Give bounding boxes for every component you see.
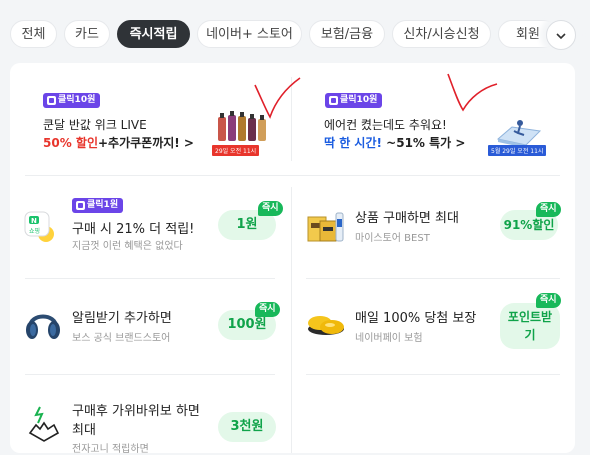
yellow-caps-image xyxy=(306,309,346,347)
offer-title: 구매 시 21% 더 적립! xyxy=(72,222,195,237)
point-receive-button[interactable]: 포인트받 기 xyxy=(500,303,560,349)
tab-naver-plus-store[interactable]: 네이버+ 스토어 xyxy=(197,20,302,48)
offer-subtitle: 전자고니 적립하면 xyxy=(72,444,149,455)
divider xyxy=(306,278,560,279)
offer-title-line2: 최대 xyxy=(72,423,96,438)
banner-subtitle-rest: ~51% 특가 > xyxy=(382,136,466,150)
coin-icon xyxy=(76,201,85,210)
category-tab-bar: 전체 카드 즉시적립 네이버+ 스토어 보험/금융 신차/시승신청 회원 xyxy=(0,0,590,64)
divider xyxy=(291,77,292,161)
tab-instant-reward[interactable]: 즉시적립 xyxy=(117,20,190,48)
reward-button[interactable]: 3천원 xyxy=(218,412,276,442)
svg-text:쇼핑: 쇼핑 xyxy=(29,227,40,235)
divider xyxy=(25,278,275,279)
click-reward-badge: 클릭10원 xyxy=(43,93,101,108)
benefit-panel: 클릭10원 쿤달 반값 위크 LIVE 50% 할인+추가쿠폰까지! > 29일… xyxy=(10,63,575,455)
more-tabs-button[interactable] xyxy=(546,20,576,50)
offer-title: 알림받기 추가하면 xyxy=(72,311,172,326)
instant-badge: 즉시 xyxy=(258,201,283,216)
naver-shopping-icon: N 쇼핑 xyxy=(23,210,57,248)
banner-discount: 50% 할인 xyxy=(43,136,98,150)
offer-title-line1: 구매후 가위바위보 하면 xyxy=(72,404,200,419)
click-reward-badge: 클릭10원 xyxy=(325,93,383,108)
instant-badge: 즉시 xyxy=(255,302,280,317)
banner-highlight: 딱 한 시간! xyxy=(324,136,382,150)
coin-icon xyxy=(47,96,56,105)
offer-title: 상품 구매하면 최대 xyxy=(355,211,459,226)
offer-subtitle: 지금껏 이런 혜택은 없었다 xyxy=(72,241,183,252)
hand-game-icon xyxy=(26,403,62,447)
banner-title: 에어컨 켰는데도 추워요! xyxy=(324,118,447,132)
offer-subtitle: 보스 공식 브랜드스토어 xyxy=(72,333,171,344)
offer-subtitle: 마이스토어 BEST xyxy=(355,233,430,244)
chevron-down-icon xyxy=(556,33,566,40)
offer-title: 매일 100% 당첨 보장 xyxy=(355,311,477,326)
instant-badge: 즉시 xyxy=(536,202,561,217)
coin-icon xyxy=(329,96,338,105)
instant-badge: 즉시 xyxy=(536,293,561,308)
divider xyxy=(306,374,560,375)
divider xyxy=(25,175,560,176)
tab-insurance-finance[interactable]: 보험/금융 xyxy=(309,20,385,48)
button-label-line2: 기 xyxy=(524,328,536,342)
banner-title: 쿤달 반값 위크 LIVE xyxy=(43,118,147,132)
product-box-image xyxy=(306,209,346,249)
tab-card[interactable]: 카드 xyxy=(64,20,110,48)
svg-text:N: N xyxy=(31,217,37,225)
banner-subtitle: 50% 할인+추가쿠폰까지! > xyxy=(43,134,194,151)
broadcast-time-stamp: 29일 오전 11시 xyxy=(212,145,260,156)
banner-subtitle-rest: +추가쿠폰까지! > xyxy=(97,136,194,150)
tab-new-car-test-drive[interactable]: 신차/시승신청 xyxy=(392,20,491,48)
click-reward-badge: 클릭1원 xyxy=(72,198,124,213)
headphones-image xyxy=(24,305,62,347)
sale-time-stamp: 5월 29일 오전 11시 xyxy=(488,145,547,156)
tab-all[interactable]: 전체 xyxy=(10,20,57,48)
button-label-line1: 포인트받 xyxy=(507,310,553,324)
offer-subtitle: 네이버페이 보험 xyxy=(355,333,423,344)
divider xyxy=(25,374,275,375)
banner-subtitle: 딱 한 시간! ~51% 특가 > xyxy=(324,134,465,151)
divider xyxy=(291,187,292,453)
